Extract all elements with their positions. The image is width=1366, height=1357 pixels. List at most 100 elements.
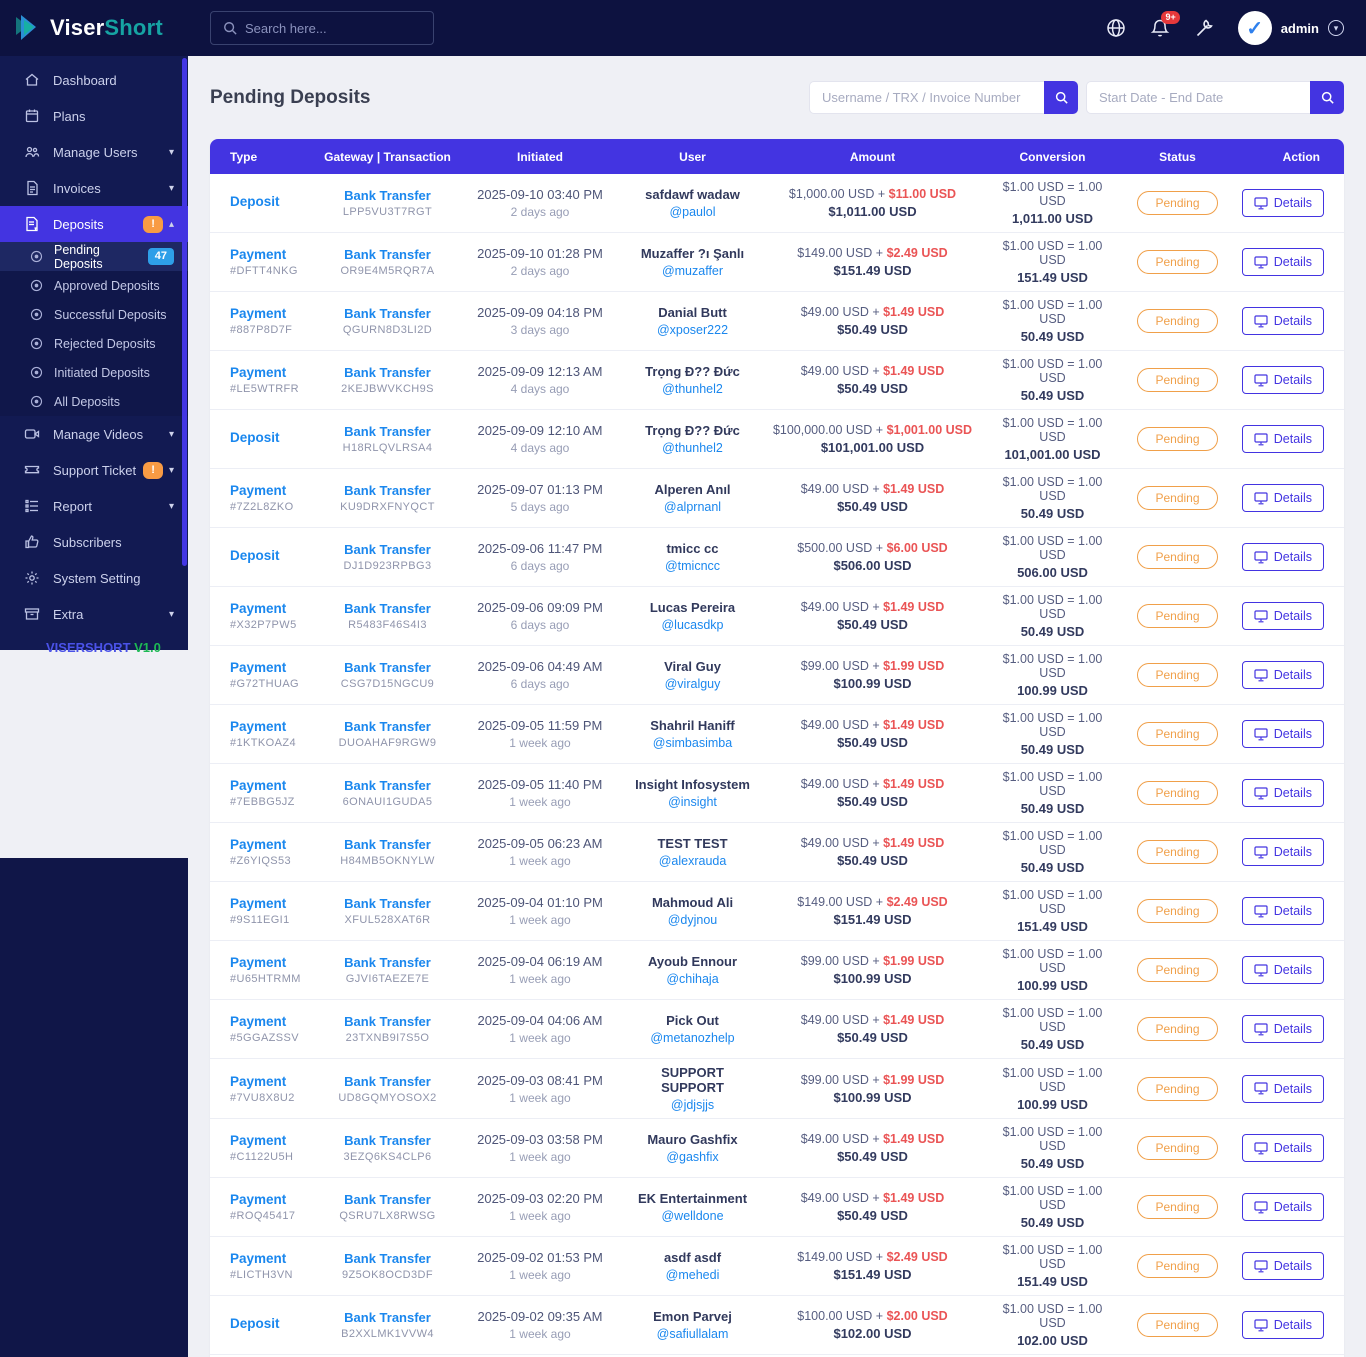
sidebar-item-approved-deposits[interactable]: Approved Deposits <box>0 271 188 300</box>
notifications-bell-icon[interactable]: 9+ <box>1150 11 1180 38</box>
details-button[interactable]: Details <box>1241 779 1324 807</box>
deposit-type-link[interactable]: Deposit <box>230 194 316 209</box>
global-search-input[interactable] <box>245 20 405 36</box>
user-handle-link[interactable]: @thunhel2 <box>629 382 756 396</box>
user-handle-link[interactable]: @mehedi <box>629 1268 756 1282</box>
deposit-type-link[interactable]: Payment <box>230 660 316 675</box>
sidebar-item-dashboard[interactable]: Dashboard <box>0 62 188 98</box>
sidebar-item-report[interactable]: Report ▾ <box>0 488 188 524</box>
deposit-type-link[interactable]: Payment <box>230 1192 316 1207</box>
user-handle-link[interactable]: @welldone <box>629 1209 756 1223</box>
gateway-link[interactable]: Bank Transfer <box>324 365 451 380</box>
user-handle-link[interactable]: @gashfix <box>629 1150 756 1164</box>
user-handle-link[interactable]: @muzaffer <box>629 264 756 278</box>
user-handle-link[interactable]: @tmicncc <box>629 559 756 573</box>
gateway-link[interactable]: Bank Transfer <box>324 306 451 321</box>
details-button[interactable]: Details <box>1241 1311 1324 1339</box>
gateway-link[interactable]: Bank Transfer <box>324 778 451 793</box>
username-trx-search-input[interactable] <box>809 81 1044 114</box>
deposit-type-link[interactable]: Payment <box>230 1133 316 1148</box>
user-handle-link[interactable]: @thunhel2 <box>629 441 756 455</box>
details-button[interactable]: Details <box>1241 189 1324 217</box>
gateway-link[interactable]: Bank Transfer <box>324 1310 451 1325</box>
deposit-type-link[interactable]: Payment <box>230 1014 316 1029</box>
deposit-type-link[interactable]: Payment <box>230 896 316 911</box>
gateway-link[interactable]: Bank Transfer <box>324 247 451 262</box>
details-button[interactable]: Details <box>1241 1252 1324 1280</box>
details-button[interactable]: Details <box>1241 661 1324 689</box>
sidebar-item-manage-users[interactable]: Manage Users ▾ <box>0 134 188 170</box>
admin-profile-menu[interactable]: ✓ admin ▾ <box>1237 11 1344 45</box>
gateway-link[interactable]: Bank Transfer <box>324 1251 451 1266</box>
details-button[interactable]: Details <box>1241 897 1324 925</box>
gateway-link[interactable]: Bank Transfer <box>324 837 451 852</box>
gateway-link[interactable]: Bank Transfer <box>324 955 451 970</box>
user-handle-link[interactable]: @xposer222 <box>629 323 756 337</box>
brand-logo[interactable]: ViserShort <box>0 13 188 43</box>
deposit-type-link[interactable]: Payment <box>230 483 316 498</box>
gateway-link[interactable]: Bank Transfer <box>324 188 451 203</box>
gateway-link[interactable]: Bank Transfer <box>324 483 451 498</box>
deposit-type-link[interactable]: Payment <box>230 1251 316 1266</box>
user-handle-link[interactable]: @insight <box>629 795 756 809</box>
details-button[interactable]: Details <box>1241 720 1324 748</box>
details-button[interactable]: Details <box>1241 838 1324 866</box>
user-handle-link[interactable]: @alexrauda <box>629 854 756 868</box>
deposit-type-link[interactable]: Payment <box>230 1074 316 1089</box>
sidebar-item-invoices[interactable]: Invoices ▾ <box>0 170 188 206</box>
gateway-link[interactable]: Bank Transfer <box>324 601 451 616</box>
user-handle-link[interactable]: @chihaja <box>629 972 756 986</box>
deposit-type-link[interactable]: Deposit <box>230 430 316 445</box>
gateway-link[interactable]: Bank Transfer <box>324 424 451 439</box>
sidebar-item-successful-deposits[interactable]: Successful Deposits <box>0 300 188 329</box>
details-button[interactable]: Details <box>1241 543 1324 571</box>
user-handle-link[interactable]: @paulol <box>629 205 756 219</box>
details-button[interactable]: Details <box>1241 956 1324 984</box>
sidebar-item-support-ticket[interactable]: Support Ticket ! ▾ <box>0 452 188 488</box>
details-button[interactable]: Details <box>1241 484 1324 512</box>
deposit-type-link[interactable]: Payment <box>230 719 316 734</box>
gateway-link[interactable]: Bank Transfer <box>324 1074 451 1089</box>
date-search-button[interactable] <box>1310 81 1344 114</box>
gateway-link[interactable]: Bank Transfer <box>324 1014 451 1029</box>
details-button[interactable]: Details <box>1241 248 1324 276</box>
gateway-link[interactable]: Bank Transfer <box>324 719 451 734</box>
sidebar-item-pending-deposits[interactable]: Pending Deposits 47 <box>0 242 188 271</box>
user-handle-link[interactable]: @alprnanl <box>629 500 756 514</box>
deposit-type-link[interactable]: Payment <box>230 837 316 852</box>
details-button[interactable]: Details <box>1241 366 1324 394</box>
details-button[interactable]: Details <box>1241 602 1324 630</box>
user-handle-link[interactable]: @safiullalam <box>629 1327 756 1341</box>
details-button[interactable]: Details <box>1241 1193 1324 1221</box>
sidebar-item-system-setting[interactable]: System Setting <box>0 560 188 596</box>
user-handle-link[interactable]: @lucasdkp <box>629 618 756 632</box>
sidebar-item-all-deposits[interactable]: All Deposits <box>0 387 188 416</box>
sidebar-item-extra[interactable]: Extra ▾ <box>0 596 188 632</box>
user-handle-link[interactable]: @viralguy <box>629 677 756 691</box>
details-button[interactable]: Details <box>1241 1134 1324 1162</box>
gateway-link[interactable]: Bank Transfer <box>324 660 451 675</box>
details-button[interactable]: Details <box>1241 1015 1324 1043</box>
sidebar-item-deposits[interactable]: Deposits ! ▴ <box>0 206 188 242</box>
user-handle-link[interactable]: @metanozhelp <box>629 1031 756 1045</box>
settings-wrench-icon[interactable] <box>1194 18 1214 38</box>
details-button[interactable]: Details <box>1241 307 1324 335</box>
gateway-link[interactable]: Bank Transfer <box>324 896 451 911</box>
deposit-type-link[interactable]: Payment <box>230 778 316 793</box>
date-range-input[interactable] <box>1086 81 1310 114</box>
deposit-type-link[interactable]: Deposit <box>230 1316 316 1331</box>
gateway-link[interactable]: Bank Transfer <box>324 1133 451 1148</box>
sidebar-item-plans[interactable]: Plans <box>0 98 188 134</box>
language-globe-icon[interactable] <box>1106 18 1126 38</box>
gateway-link[interactable]: Bank Transfer <box>324 1192 451 1207</box>
user-handle-link[interactable]: @dyjnou <box>629 913 756 927</box>
deposit-type-link[interactable]: Payment <box>230 601 316 616</box>
sidebar-item-initiated-deposits[interactable]: Initiated Deposits <box>0 358 188 387</box>
sidebar-item-manage-videos[interactable]: Manage Videos ▾ <box>0 416 188 452</box>
deposit-type-link[interactable]: Payment <box>230 247 316 262</box>
details-button[interactable]: Details <box>1241 1074 1324 1103</box>
user-handle-link[interactable]: @jdjsjjs <box>629 1098 756 1112</box>
sidebar-item-subscribers[interactable]: Subscribers <box>0 524 188 560</box>
deposit-type-link[interactable]: Payment <box>230 306 316 321</box>
sidebar-item-rejected-deposits[interactable]: Rejected Deposits <box>0 329 188 358</box>
